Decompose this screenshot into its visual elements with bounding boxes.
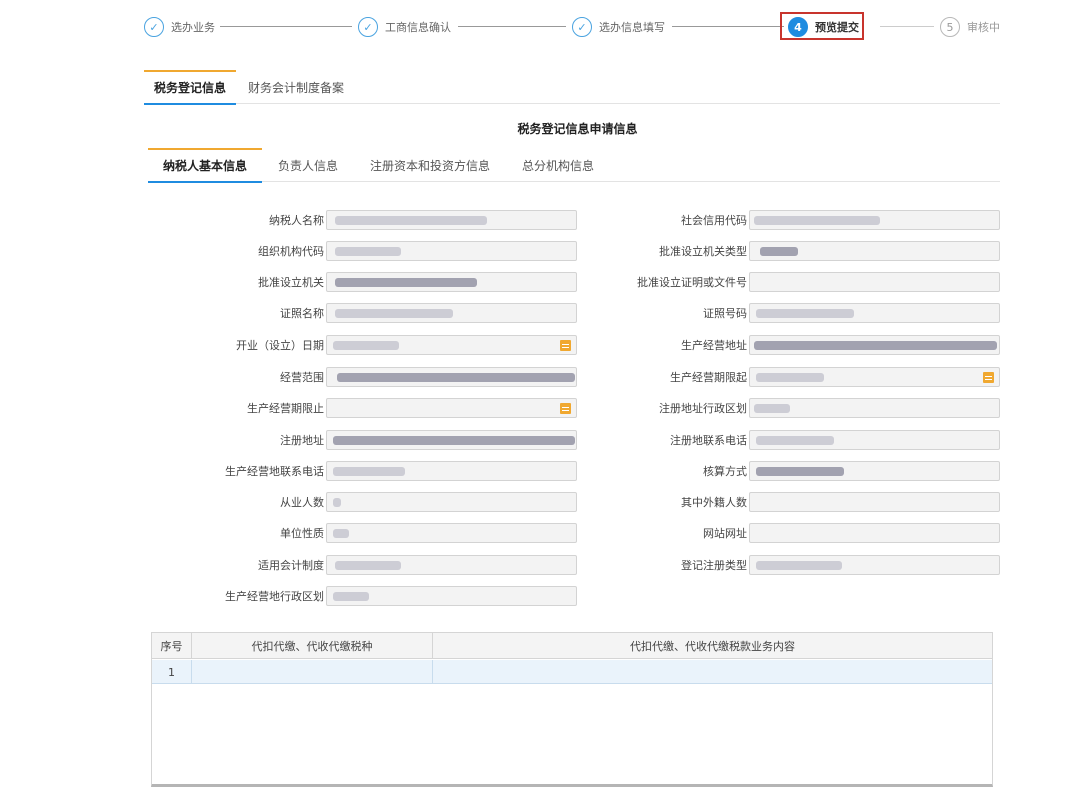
tab-capital-investor-info[interactable]: 注册资本和投资方信息 (370, 148, 500, 182)
field-label: 登记注册类型 (681, 559, 747, 572)
step-connector (672, 26, 784, 27)
redacted-value (333, 592, 369, 601)
field-registration-type: 登记注册类型 (0, 555, 1000, 575)
field-label: 其中外籍人数 (681, 496, 747, 509)
tab-branch-info[interactable]: 总分机构信息 (522, 148, 612, 182)
redacted-value (756, 467, 844, 476)
tab-taxpayer-basic-info[interactable]: 纳税人基本信息 (148, 148, 262, 183)
business-term-start-input[interactable] (749, 367, 1000, 387)
field-license-number: 证照号码 (0, 303, 1000, 323)
column-header-tax-type: 代扣代缴、代收代缴税种 (192, 633, 433, 659)
registration-type-input[interactable] (749, 555, 1000, 575)
redacted-value (754, 404, 790, 413)
tab-accounting-system-filing[interactable]: 财务会计制度备案 (248, 70, 368, 104)
credit-code-input[interactable] (749, 210, 1000, 230)
field-label: 生产经营期限起 (670, 371, 747, 384)
step-select-business: ✓ 选办业务 (144, 14, 215, 40)
current-step-highlight (780, 12, 864, 40)
column-header-index: 序号 (152, 633, 192, 659)
registered-division-input[interactable] (749, 398, 1000, 418)
field-website: 网站网址 (0, 523, 1000, 543)
step-fill-info: ✓ 选办信息填写 (572, 14, 665, 40)
foreign-employees-input[interactable] (749, 492, 1000, 512)
field-business-division: 生产经营地行政区划 (0, 586, 577, 606)
field-business-term-start: 生产经营期限起 (0, 367, 1000, 387)
check-icon: ✓ (144, 17, 164, 37)
step-connector (220, 26, 352, 27)
field-label: 生产经营地行政区划 (225, 590, 324, 603)
step-under-review: 5 审核中 (940, 14, 1000, 40)
tab-tax-registration-info[interactable]: 税务登记信息 (144, 70, 236, 105)
registered-phone-input[interactable] (749, 430, 1000, 450)
field-approval-document-no: 批准设立证明或文件号 (0, 272, 1000, 292)
row-business-content[interactable] (433, 660, 992, 684)
field-label: 批准设立机关类型 (659, 245, 747, 258)
step-label: 审核中 (967, 21, 1000, 34)
redacted-value (756, 436, 834, 445)
step-label: 工商信息确认 (385, 21, 451, 34)
step-number-badge: 5 (940, 17, 960, 37)
license-number-input[interactable] (749, 303, 1000, 323)
redacted-value (756, 561, 842, 570)
field-label: 证照号码 (703, 307, 747, 320)
step-connector (458, 26, 566, 27)
field-label: 批准设立证明或文件号 (637, 276, 747, 289)
business-division-input[interactable] (326, 586, 577, 606)
redacted-value (754, 341, 997, 350)
field-accounting-method: 核算方式 (0, 461, 1000, 481)
progress-stepper: ✓ 选办业务 ✓ 工商信息确认 ✓ 选办信息填写 4 预览提交 5 审核中 (144, 14, 1006, 40)
sub-tab-bar: 纳税人基本信息 负责人信息 注册资本和投资方信息 总分机构信息 (148, 148, 1000, 183)
website-input[interactable] (749, 523, 1000, 543)
field-label: 注册地址行政区划 (659, 402, 747, 415)
field-credit-code: 社会信用代码 (0, 210, 1000, 230)
accounting-method-input[interactable] (749, 461, 1000, 481)
section-title: 税务登记信息申请信息 (517, 122, 638, 136)
top-tab-bar: 税务登记信息 财务会计制度备案 (144, 70, 1000, 105)
redacted-value (756, 309, 854, 318)
table-header: 序号 代扣代缴、代收代缴税种 代扣代缴、代收代缴税款业务内容 (152, 633, 992, 659)
step-business-info-confirm: ✓ 工商信息确认 (358, 14, 451, 40)
field-foreign-employees: 其中外籍人数 (0, 492, 1000, 512)
table-row[interactable]: 1 (152, 660, 992, 684)
step-label: 选办业务 (171, 21, 215, 34)
check-icon: ✓ (358, 17, 378, 37)
field-approval-authority-type: 批准设立机关类型 (0, 241, 1000, 261)
redacted-value (760, 247, 798, 256)
step-label: 选办信息填写 (599, 21, 665, 34)
step-connector (880, 26, 934, 27)
redacted-value (754, 216, 880, 225)
field-label: 核算方式 (703, 465, 747, 478)
withholding-tax-table: 序号 代扣代缴、代收代缴税种 代扣代缴、代收代缴税款业务内容 1 (151, 632, 993, 787)
field-label: 网站网址 (703, 527, 747, 540)
business-address-input[interactable] (749, 335, 1000, 355)
field-registered-phone: 注册地联系电话 (0, 430, 1000, 450)
column-header-business-content: 代扣代缴、代收代缴税款业务内容 (630, 640, 795, 653)
row-index: 1 (152, 660, 192, 684)
calendar-icon[interactable] (983, 372, 994, 383)
tab-responsible-person-info[interactable]: 负责人信息 (278, 148, 348, 182)
field-label: 社会信用代码 (681, 214, 747, 227)
field-registered-division: 注册地址行政区划 (0, 398, 1000, 418)
redacted-value (756, 373, 824, 382)
check-icon: ✓ (572, 17, 592, 37)
approval-authority-type-input[interactable] (749, 241, 1000, 261)
row-tax-type[interactable] (192, 660, 433, 684)
field-label: 生产经营地址 (681, 339, 747, 352)
field-label: 注册地联系电话 (670, 434, 747, 447)
field-business-address: 生产经营地址 (0, 335, 1000, 355)
approval-document-no-input[interactable] (749, 272, 1000, 292)
